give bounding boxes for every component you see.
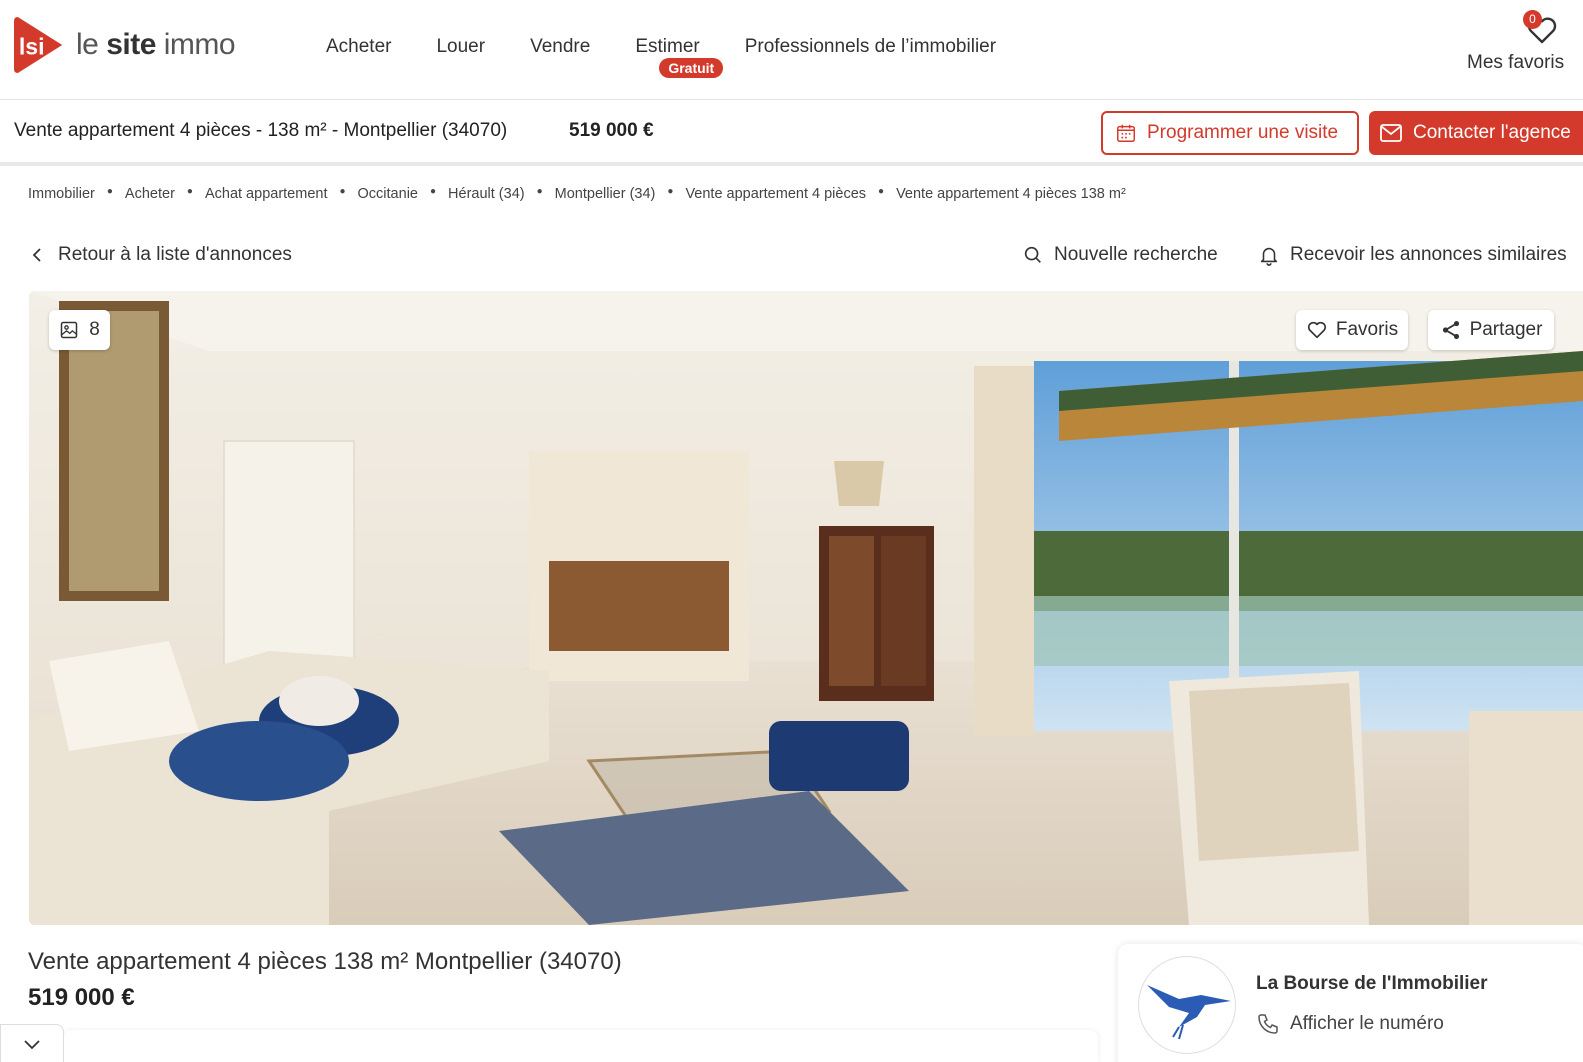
breadcrumb-item[interactable]: Achat appartement xyxy=(205,186,328,202)
bell-icon xyxy=(1260,247,1278,266)
contact-agency-label: Contacter l'agence xyxy=(1413,122,1571,143)
nav-vendre[interactable]: Vendre xyxy=(530,36,590,58)
gratuit-badge: Gratuit xyxy=(659,58,724,78)
svg-text:lsi: lsi xyxy=(19,34,45,60)
nav-louer[interactable]: Louer xyxy=(436,36,485,58)
site-logo[interactable]: lsi le site immo xyxy=(14,14,236,76)
breadcrumb-current: Vente appartement 4 pièces 138 m² xyxy=(896,186,1126,202)
show-phone-label: Afficher le numéro xyxy=(1290,1013,1444,1034)
photo-count-value: 8 xyxy=(89,319,100,340)
details-card xyxy=(64,1030,1098,1062)
breadcrumb-item[interactable]: Vente appartement 4 pièces xyxy=(685,186,866,202)
share-button-label: Partager xyxy=(1469,319,1543,340)
listing-bar-title: Vente appartement 4 pièces - 138 m² - Mo… xyxy=(14,120,508,141)
heart-icon xyxy=(1307,321,1326,339)
agency-card: La Bourse de l'Immobilier Afficher le nu… xyxy=(1118,944,1583,1062)
nav-professionnels[interactable]: Professionnels de l’immobilier xyxy=(745,36,996,58)
calendar-icon xyxy=(1117,124,1135,142)
breadcrumb-item[interactable]: Acheter xyxy=(125,186,175,202)
breadcrumb-separator: ● xyxy=(106,186,113,197)
similar-listings-label: Recevoir les annonces similaires xyxy=(1290,244,1567,265)
image-icon xyxy=(60,321,78,339)
mail-icon xyxy=(1380,124,1402,142)
listing-title: Vente appartement 4 pièces 138 m² Montpe… xyxy=(28,948,622,975)
breadcrumb-separator: ● xyxy=(186,186,193,197)
favorites-button-label: Favoris xyxy=(1335,319,1399,340)
phone-icon xyxy=(1258,1014,1278,1034)
top-navigation: lsi le site immo Acheter Louer Vendre Es… xyxy=(0,0,1583,100)
breadcrumb-separator: ● xyxy=(339,186,346,197)
listing-photo[interactable]: 8 Favoris Partager xyxy=(29,291,1583,925)
back-to-list-label: Retour à la liste d'annonces xyxy=(58,244,292,265)
share-icon xyxy=(1442,321,1459,339)
show-phone-button[interactable]: Afficher le numéro xyxy=(1256,1012,1444,1036)
agency-name[interactable]: La Bourse de l'Immobilier xyxy=(1256,973,1488,995)
contact-agency-button[interactable]: Contacter l'agence xyxy=(1369,111,1583,155)
lsi-logo-icon: lsi xyxy=(14,17,63,73)
breadcrumb-separator: ● xyxy=(878,186,885,197)
breadcrumb-item[interactable]: Montpellier (34) xyxy=(555,186,656,202)
nav-estimer-label: Estimer xyxy=(635,36,700,57)
search-icon xyxy=(1024,246,1041,263)
breadcrumb-item[interactable]: Immobilier xyxy=(28,186,95,202)
nav-acheter[interactable]: Acheter xyxy=(326,36,391,58)
new-search-label: Nouvelle recherche xyxy=(1054,244,1218,265)
share-button[interactable]: Partager xyxy=(1428,310,1554,350)
stork-logo-icon xyxy=(1147,985,1231,1040)
agency-logo xyxy=(1138,956,1236,1054)
breadcrumb: Immobilier ● Acheter ● Achat appartement… xyxy=(28,186,1126,202)
chevron-left-icon xyxy=(32,248,41,262)
collapse-toggle[interactable] xyxy=(0,1024,64,1062)
listing-bar-price: 519 000 € xyxy=(569,120,654,141)
back-to-list-link[interactable]: Retour à la liste d'annonces xyxy=(30,244,292,266)
listing-price: 519 000 € xyxy=(28,984,135,1011)
logo-wordmark: le site immo xyxy=(76,28,236,61)
schedule-visit-button[interactable]: Programmer une visite xyxy=(1101,111,1359,155)
similar-listings-alert-link[interactable]: Recevoir les annonces similaires xyxy=(1258,244,1567,266)
add-to-favorites-button[interactable]: Favoris xyxy=(1296,310,1408,350)
new-search-link[interactable]: Nouvelle recherche xyxy=(1022,244,1218,266)
nav-estimer[interactable]: Estimer Gratuit xyxy=(635,36,724,78)
breadcrumb-item[interactable]: Occitanie xyxy=(358,186,418,202)
main-nav: Acheter Louer Vendre Estimer Gratuit Pro… xyxy=(326,36,1041,78)
breadcrumb-separator: ● xyxy=(536,186,543,197)
chevron-down-icon xyxy=(24,1040,40,1050)
breadcrumb-separator: ● xyxy=(429,186,437,197)
schedule-visit-label: Programmer une visite xyxy=(1147,122,1339,143)
photo-count-badge[interactable]: 8 xyxy=(49,310,110,350)
favorites-count-badge: 0 xyxy=(1523,10,1542,29)
living-room-photo xyxy=(29,291,1583,925)
breadcrumb-separator: ● xyxy=(667,186,674,197)
breadcrumb-item[interactable]: Hérault (34) xyxy=(448,186,525,202)
favorites-label: Mes favoris xyxy=(1467,52,1565,73)
listing-sticky-bar: Vente appartement 4 pièces - 138 m² - Mo… xyxy=(0,100,1583,166)
